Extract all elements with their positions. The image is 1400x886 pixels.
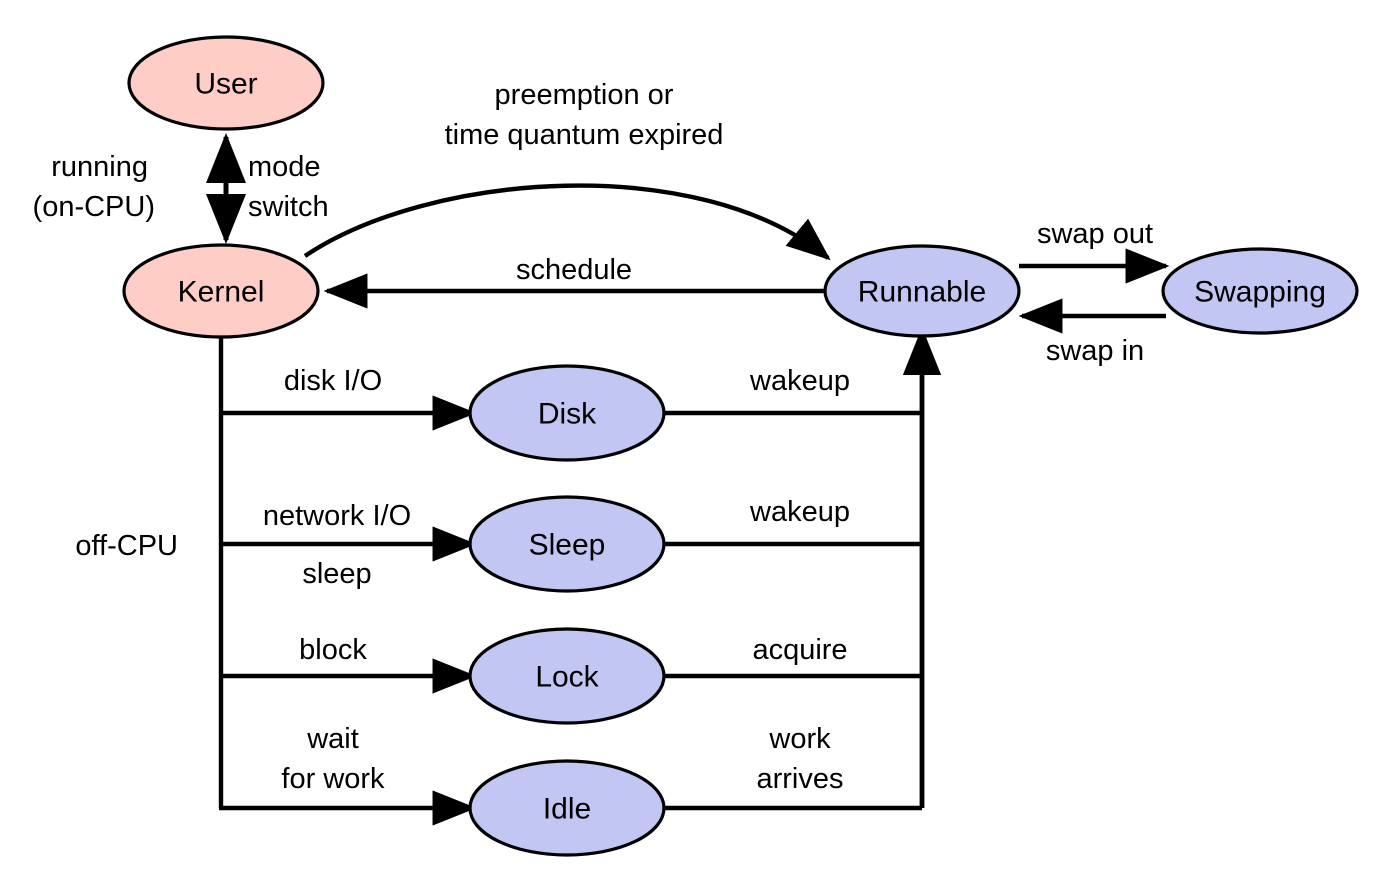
thread-state-diagram: User Kernel Runnable Swapping Disk Sleep… <box>0 0 1400 886</box>
node-disk[interactable]: Disk <box>468 364 666 462</box>
disk-label: Disk <box>538 398 597 431</box>
wait-label-line2: for work <box>281 763 385 795</box>
acquire-label: acquire <box>752 634 847 666</box>
sleep-label: Sleep <box>529 529 606 562</box>
off-cpu-label: off-CPU <box>75 530 178 562</box>
node-user[interactable]: User <box>127 35 325 131</box>
node-idle[interactable]: Idle <box>468 759 666 857</box>
node-lock[interactable]: Lock <box>468 627 666 725</box>
node-swapping[interactable]: Swapping <box>1161 247 1359 335</box>
user-label: User <box>194 68 257 101</box>
mode-switch-label-line2: switch <box>248 191 329 223</box>
preemption-arc-arrow <box>303 183 831 261</box>
schedule-label: schedule <box>516 254 632 286</box>
running-on-cpu-label-line1: running <box>51 151 148 183</box>
idle-label: Idle <box>543 793 591 826</box>
kernel-label: Kernel <box>178 276 265 309</box>
network-io-label: network I/O <box>263 500 411 532</box>
work-arrives-label-line2: arrives <box>756 763 843 795</box>
sleep-wakeup-label: wakeup <box>749 496 850 528</box>
block-label: block <box>299 634 367 666</box>
preemption-label-line2: time quantum expired <box>445 119 724 151</box>
lock-label: Lock <box>535 661 599 694</box>
node-kernel[interactable]: Kernel <box>122 243 320 339</box>
mode-switch-label-line1: mode <box>248 151 321 183</box>
runnable-label: Runnable <box>858 276 986 309</box>
disk-wakeup-label: wakeup <box>749 365 850 397</box>
swap-out-label: swap out <box>1037 218 1153 250</box>
swap-in-label: swap in <box>1046 335 1144 367</box>
sleep-edge-label: sleep <box>302 558 371 590</box>
wait-label-line1: wait <box>306 723 359 755</box>
diagram-canvas: User Kernel Runnable Swapping Disk Sleep… <box>33 35 1359 857</box>
node-sleep[interactable]: Sleep <box>468 495 666 593</box>
node-runnable[interactable]: Runnable <box>823 244 1021 338</box>
running-on-cpu-label-line2: (on-CPU) <box>33 191 155 223</box>
work-arrives-label-line1: work <box>768 723 831 755</box>
edge-kernel-runnable-preemption <box>303 183 831 261</box>
preemption-label-line1: preemption or <box>495 79 674 111</box>
swapping-label: Swapping <box>1194 276 1326 309</box>
disk-io-label: disk I/O <box>284 365 382 397</box>
